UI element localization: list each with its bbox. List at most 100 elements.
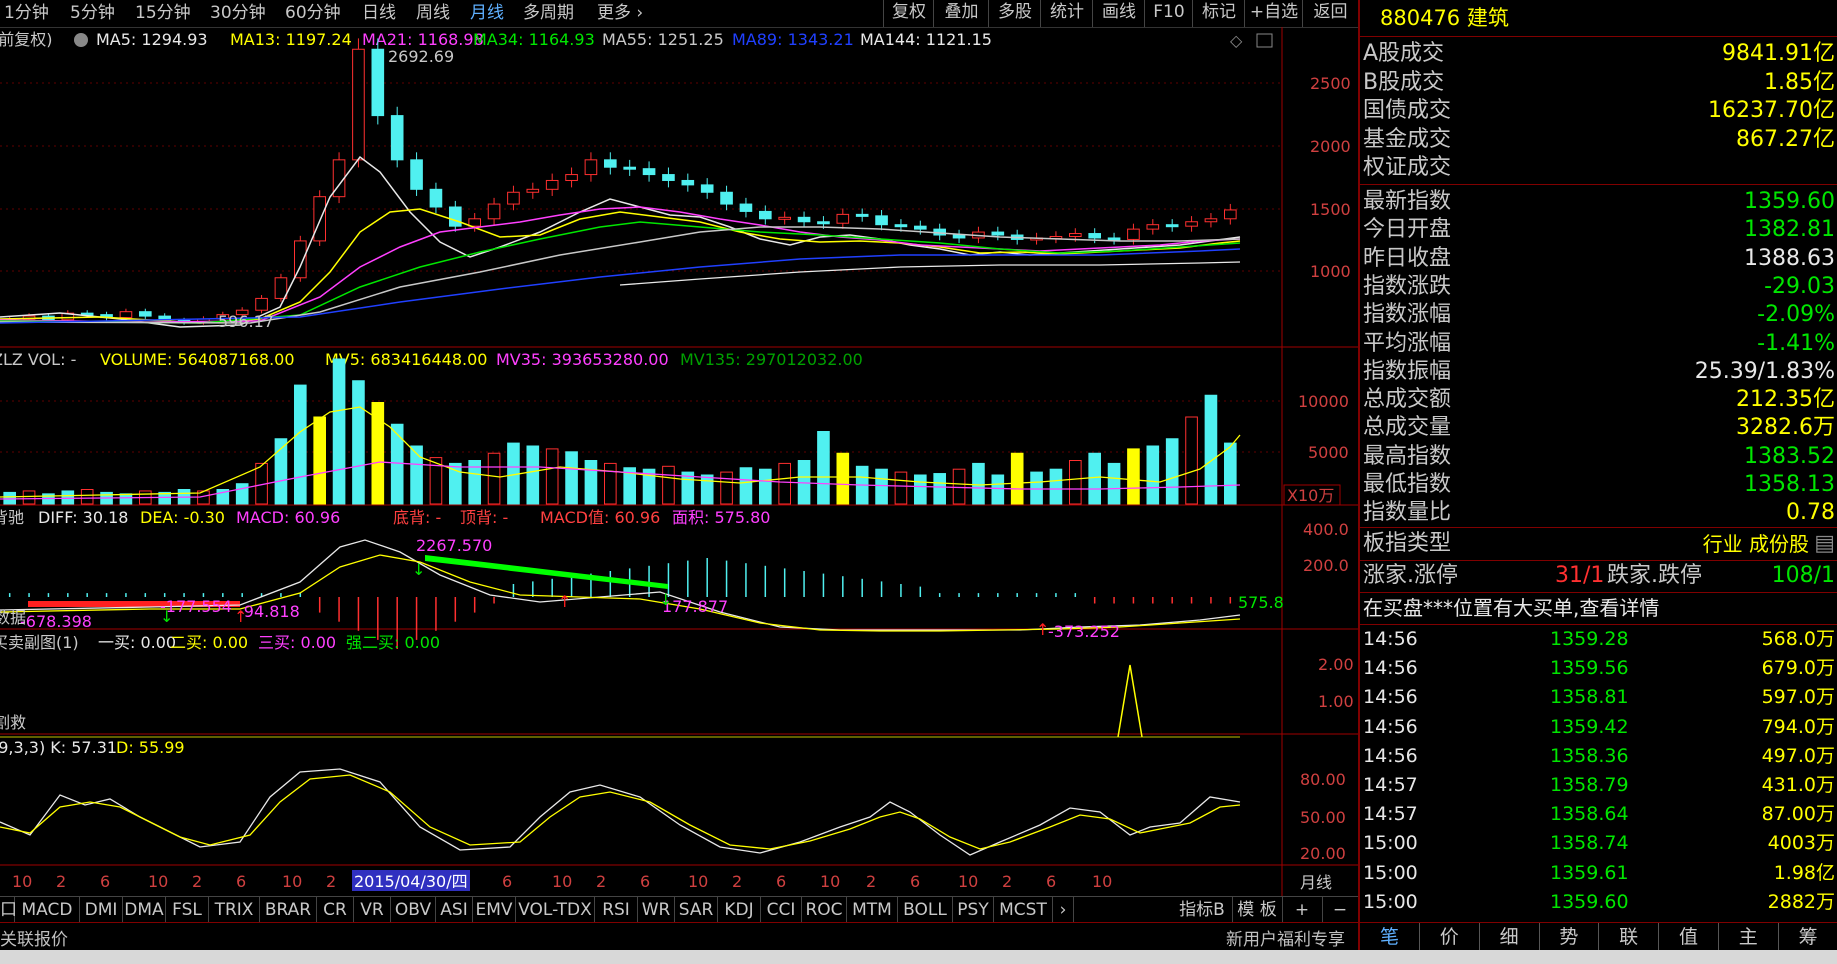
candle-body[interactable] [817,221,830,225]
candle-body[interactable] [623,166,636,170]
indicator-tab[interactable]: BOLL [898,897,953,923]
candle-body[interactable] [487,203,501,220]
candle-body[interactable] [255,297,268,311]
detail-tab[interactable]: 筹 [1779,923,1837,951]
candle-body[interactable] [584,159,598,176]
indicator-tab[interactable]: MCST [994,897,1053,923]
indicator-tab[interactable]: ASI [436,897,473,923]
indicator-tab[interactable]: VR [354,897,391,923]
candle-body[interactable] [894,224,908,228]
indicator-tab[interactable]: VOL-TDX [516,897,595,923]
candle-body[interactable] [507,191,520,205]
candle-body[interactable] [1127,228,1140,240]
period-60min[interactable]: 60分钟 [285,2,341,25]
indicator-tab[interactable]: MACD [15,897,80,923]
detail-tab[interactable]: 联 [1599,923,1660,951]
candle-body[interactable] [429,188,443,208]
candle-body[interactable] [565,174,578,181]
period-daily[interactable]: 日线 [362,2,396,25]
candle-body[interactable] [1224,209,1237,220]
candle-body[interactable] [952,234,966,239]
period-30min[interactable]: 30分钟 [210,2,266,25]
candle-body[interactable] [294,240,307,279]
candle-body[interactable] [545,179,559,190]
indicator-tab[interactable]: PSY [953,897,994,923]
candle-body[interactable] [139,311,152,317]
indicator-tab[interactable]: WR [638,897,675,923]
candle-body[interactable] [352,48,365,161]
period-1min[interactable]: 1分钟 [4,2,49,25]
detail-tab[interactable]: 值 [1659,923,1719,951]
period-15min[interactable]: 15分钟 [135,2,191,25]
indicator-tab[interactable]: ROC [802,897,847,923]
candle-body[interactable] [1107,237,1121,241]
indicator-tab[interactable]: MTM [847,897,898,923]
indicator-right-control[interactable]: + [1282,897,1323,923]
indicator-tab[interactable]: BRAR [260,897,317,923]
candle-body[interactable] [914,225,927,230]
chevron-right-icon[interactable]: › [1053,897,1074,923]
candle-body[interactable] [1165,224,1179,228]
candle-body[interactable] [662,174,675,181]
candle-body[interactable] [797,216,811,223]
period-5min[interactable]: 5分钟 [70,2,115,25]
detail-tab[interactable]: 细 [1480,923,1540,951]
grid-icon[interactable]: ▤ [1814,530,1835,558]
candle-body[interactable] [449,206,462,227]
candle-body[interactable] [1204,218,1218,223]
candle-body[interactable] [410,159,423,190]
time-axis-period[interactable]: 月线 [1300,873,1332,892]
restore-rights-button[interactable]: 复权 [883,0,934,27]
candle-body[interactable] [778,216,791,220]
candle-body[interactable] [642,168,656,176]
candle-body[interactable] [604,159,617,168]
back-button[interactable]: 返回 [1302,0,1358,27]
indicator-tab[interactable]: EMV [473,897,516,923]
detail-tab[interactable]: 势 [1539,923,1600,951]
indicator-tab[interactable]: FSL [166,897,209,923]
detail-tab[interactable]: 价 [1420,923,1480,951]
candle-body[interactable] [313,196,326,242]
detail-tab[interactable]: 笔 [1360,923,1420,951]
period-weekly[interactable]: 周线 [416,2,450,25]
panel-toggle-icon[interactable] [1256,33,1273,48]
candle-body[interactable] [836,213,850,224]
indicator-tab[interactable]: OBV [391,897,436,923]
indicator-tab[interactable]: RSI [595,897,638,923]
candle-body[interactable] [720,191,733,205]
indicator-tab[interactable]: CCI [761,897,802,923]
indicator-tab[interactable]: SAR [675,897,718,923]
indicator-tab[interactable]: CR [317,897,354,923]
indicator-tab[interactable]: KDJ [718,897,761,923]
candle-body[interactable] [468,218,481,227]
candle-body[interactable] [855,213,869,217]
candle-body[interactable] [759,210,772,220]
period-monthly[interactable]: 月线 [470,2,504,25]
candle-body[interactable] [371,48,385,117]
candle-body[interactable] [700,184,714,193]
indicator-tab[interactable]: DMI [80,897,123,923]
indicator-tab[interactable]: TRIX [209,897,260,923]
diamond-icon[interactable]: ◇ [1230,31,1243,50]
indicator-tab[interactable]: 口 [0,897,17,923]
candle-body[interactable] [119,311,133,319]
big-order-notice[interactable]: 在买盘***位置有大买单,查看详情 [1360,594,1837,622]
candle-body[interactable] [991,231,1005,236]
candle-body[interactable] [526,188,540,193]
mark-button[interactable]: 标记 [1192,0,1245,27]
legend-dropdown-icon[interactable] [74,33,88,47]
candle-body[interactable] [1069,233,1082,237]
candle-body[interactable] [1185,221,1198,227]
candle-body[interactable] [390,115,404,161]
add-favorite-button[interactable]: +自选 [1244,0,1303,27]
candle-body[interactable] [739,203,753,212]
statistics-button[interactable]: 统计 [1040,0,1093,27]
detail-tab[interactable]: 主 [1719,923,1779,951]
candle-body[interactable] [1146,224,1160,230]
multi-stock-button[interactable]: 多股 [988,0,1041,27]
overlay-button[interactable]: 叠加 [933,0,989,27]
candle-body[interactable] [1088,233,1101,239]
candle-body[interactable] [681,179,695,186]
new-user-benefit-link[interactable]: 新用户福利专享 [1226,925,1345,950]
type-value[interactable]: 行业 成份股 [1703,530,1809,558]
